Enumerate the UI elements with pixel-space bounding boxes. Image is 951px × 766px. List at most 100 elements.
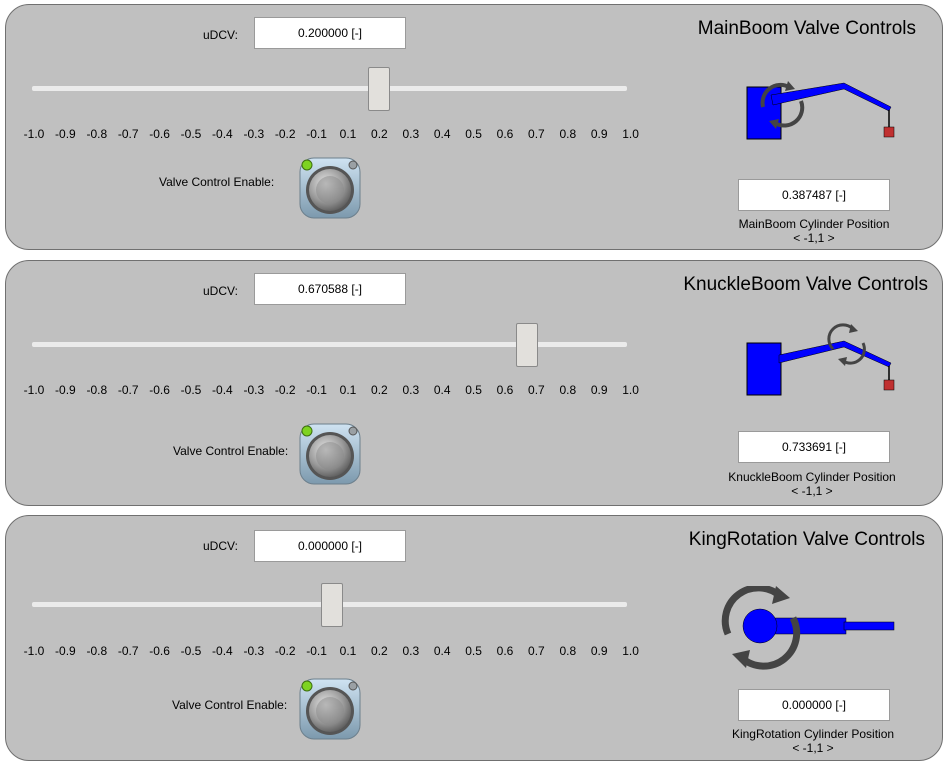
slider-tick-label: 0.3 [402,383,420,397]
cylinder-range-label: < -1,1 > [793,231,835,245]
slider-tick-label: -1.0 [23,127,45,141]
udcv-slider-thumb[interactable] [321,583,344,627]
slider-tick-label: 0.6 [496,644,514,658]
slider-tick-label: -0.1 [306,644,327,658]
led-off-icon [348,681,358,691]
slider-tick-label: -0.1 [306,127,327,141]
cylinder-range-label: < -1,1 > [792,741,834,755]
slider-tick-label: 0.2 [371,644,388,658]
slider-tick-label: 1.0 [622,127,639,141]
slider-tick-label: 0.8 [559,127,577,141]
slider-tick-label: 0.5 [465,127,482,141]
slider-tick-label: 0.7 [528,127,545,141]
valve-enable-button[interactable] [297,421,363,487]
cylinder-range-label: < -1,1 > [791,484,833,498]
valve-enable-label: Valve Control Enable: [173,444,289,458]
cylinder-position-title: MainBoom Cylinder Position [738,217,890,231]
udcv-value-field[interactable]: 0.200000 [-] [254,17,406,49]
valve-enable-button[interactable] [297,676,363,742]
slider-tick-label: -0.2 [274,383,296,397]
led-off-icon [348,160,358,170]
slider-tick-label: 0.5 [465,644,482,658]
slider-tick-label: -0.8 [86,383,108,397]
enable-led-icon [301,159,313,171]
enable-led-icon [301,425,313,437]
udcv-label: uDCV: [203,539,238,553]
cylinder-position-field: 0.000000 [-] [738,689,890,721]
slider-tick-label: -0.6 [149,644,170,658]
udcv-label: uDCV: [203,284,238,298]
udcv-slider-thumb[interactable] [516,323,539,367]
slider-tick-label: -0.5 [180,127,202,141]
slider-tick-label: -0.4 [212,644,233,658]
panel-title: MainBoom Valve Controls [697,18,916,39]
cylinder-position-label: KingRotation Cylinder Position < -1,1 > [732,727,894,755]
udcv-slider-track[interactable] [32,86,627,91]
valve-enable-label: Valve Control Enable: [159,175,275,189]
udcv-value-field[interactable]: 0.670588 [-] [254,273,406,305]
slider-tick-label: 0.4 [433,644,451,658]
slider-tick-label: 0.1 [339,127,357,141]
knuckleboom-panel: KnuckleBoom Valve Controls uDCV: 0.67058… [5,260,943,506]
main-boom-icon [746,81,895,140]
knuckle-boom-icon [746,323,895,396]
slider-tick-label: -1.0 [23,644,45,658]
udcv-value-field[interactable]: 0.000000 [-] [254,530,406,562]
slider-tick-label: -0.5 [180,383,202,397]
slider-tick-label: -0.6 [149,383,170,397]
slider-tick-label: 0.4 [433,383,451,397]
slider-tick-label: -0.4 [212,127,233,141]
kingrotation-panel: KingRotation Valve Controls uDCV: 0.0000… [5,515,943,761]
slider-tick-label: 0.6 [496,127,514,141]
slider-tick-label: -0.8 [86,644,108,658]
slider-tick-label: -0.2 [274,644,296,658]
slider-tick-label: 0.7 [528,383,545,397]
slider-tick-label: -0.7 [117,127,139,141]
enable-led-icon [301,680,313,692]
slider-tick-label: -0.7 [117,383,139,397]
cylinder-position-title: KnuckleBoom Cylinder Position [728,470,896,484]
slider-tick-label: -0.3 [243,644,265,658]
led-off-icon [348,426,358,436]
slider-tick-label: -1.0 [23,383,45,397]
slider-tick-label: 1.0 [622,383,639,397]
udcv-label: uDCV: [203,28,238,42]
slider-tick-label: -0.3 [243,383,265,397]
slider-tick-label: 0.1 [339,383,357,397]
cylinder-position-title: KingRotation Cylinder Position [731,727,895,741]
slider-tick-label: 0.4 [433,127,451,141]
slider-tick-label: -0.8 [86,127,108,141]
slider-tick-label: 0.8 [559,383,577,397]
slider-tick-label: 0.1 [339,644,357,658]
slider-tick-label: -0.9 [55,644,76,658]
slider-tick-label: 0.6 [496,383,514,397]
slider-tick-label: -0.4 [212,383,233,397]
slider-tick-label: 0.8 [559,644,577,658]
king-rotation-icon [721,586,895,670]
cylinder-position-label: KnuckleBoom Cylinder Position < -1,1 > [728,470,895,498]
slider-tick-label: 0.5 [465,383,482,397]
slider-tick-label: -0.9 [55,383,76,397]
slider-tick-label: 0.9 [590,127,608,141]
slider-tick-label: 0.3 [402,644,420,658]
udcv-slider-thumb[interactable] [368,67,391,111]
slider-tick-label: -0.7 [117,644,139,658]
slider-tick-label: -0.2 [274,127,296,141]
valve-enable-button[interactable] [297,155,363,221]
panel-title: KingRotation Valve Controls [688,529,925,550]
cylinder-position-field: 0.387487 [-] [738,179,890,211]
cylinder-position-field: 0.733691 [-] [738,431,890,463]
slider-tick-label: 0.3 [402,127,420,141]
slider-tick-label: 1.0 [622,644,639,658]
slider-tick-label: -0.9 [55,127,76,141]
slider-tick-label: 0.7 [528,644,545,658]
mainboom-panel: MainBoom Valve Controls uDCV: 0.200000 [… [5,4,943,250]
slider-tick-label: -0.6 [149,127,170,141]
cylinder-position-label: MainBoom Cylinder Position < -1,1 > [739,217,890,245]
slider-tick-label: -0.1 [306,383,327,397]
slider-tick-label: 0.9 [590,644,608,658]
panel-title: KnuckleBoom Valve Controls [683,274,928,295]
slider-tick-label: 0.9 [590,383,608,397]
slider-tick-label: -0.5 [180,644,202,658]
slider-tick-label: 0.2 [371,383,388,397]
